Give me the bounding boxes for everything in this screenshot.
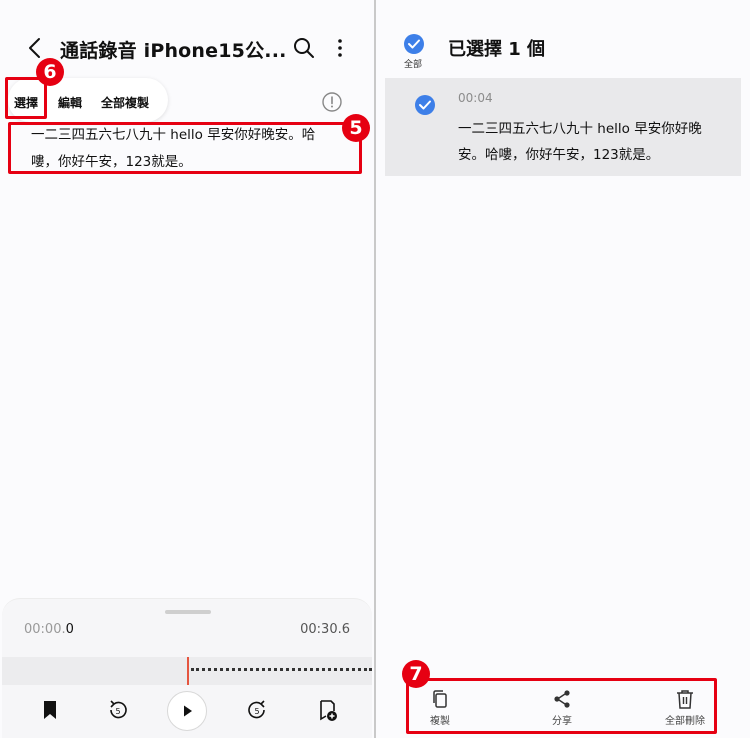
transcript-entry[interactable]: 00:04 一二三四五六七八九十 hello 早安你好晚安。哈嘍，你好午安，12… [385, 78, 741, 176]
delete-all-label: 全部刪除 [665, 716, 705, 727]
add-bookmark-icon[interactable] [314, 697, 340, 723]
edit-button[interactable]: 編輯 [58, 94, 82, 111]
current-time-main: 00:00. [24, 622, 66, 637]
copy-icon [433, 690, 447, 708]
transcript-text[interactable]: 一二三四五六七八九十 hello 早安你好晚安。哈嘍，你好午安，123就是。 [31, 122, 331, 176]
copy-button[interactable]: 複製 [405, 688, 475, 727]
forward-seconds: 5 [254, 707, 259, 716]
share-label: 分享 [552, 716, 572, 727]
select-all-label: 全部 [404, 60, 423, 70]
recording-panel: 通話錄音 iPhone15公... 選擇 編輯 全部複製 一二三四五六七八九十 … [0, 0, 374, 738]
rewind-seconds: 5 [115, 707, 120, 716]
audio-player: 00:00.0 00:30.6 5 5 [2, 598, 372, 738]
annotation-badge-5: 5 [342, 114, 370, 142]
selection-title: 已選擇 1 個 [448, 39, 546, 60]
back-arrow-icon[interactable] [22, 34, 48, 62]
copy-all-button[interactable]: 全部複製 [101, 94, 149, 111]
drag-handle[interactable] [165, 610, 211, 614]
copy-label: 複製 [430, 716, 450, 727]
select-all-checkbox-icon[interactable] [403, 33, 425, 55]
delete-all-button[interactable]: 全部刪除 [650, 688, 720, 727]
bookmark-icon[interactable] [37, 697, 63, 723]
entry-timestamp: 00:04 [458, 91, 493, 105]
search-icon[interactable] [290, 34, 318, 62]
waveform-scrubber[interactable] [2, 657, 372, 685]
more-options-icon[interactable] [330, 34, 350, 62]
trash-icon [677, 690, 693, 709]
entry-checkbox-icon[interactable] [414, 94, 436, 116]
select-button[interactable]: 選擇 [14, 94, 38, 111]
waveform-dots [191, 668, 372, 671]
annotation-badge-7: 7 [402, 660, 430, 688]
share-icon [554, 690, 570, 708]
selection-panel: 全部 已選擇 1 個 00:04 一二三四五六七八九十 hello 早安你好晚安… [376, 0, 750, 738]
info-icon[interactable] [321, 91, 343, 113]
page-title: 通話錄音 iPhone15公... [60, 40, 287, 62]
rewind-5s-icon[interactable]: 5 [105, 697, 131, 723]
total-duration: 00:30.6 [300, 622, 350, 637]
share-button[interactable]: 分享 [527, 688, 597, 727]
forward-5s-icon[interactable]: 5 [244, 697, 270, 723]
current-time: 00:00.0 [24, 622, 74, 637]
annotation-badge-6: 6 [36, 58, 64, 86]
current-time-fraction: 0 [65, 622, 74, 637]
entry-text: 一二三四五六七八九十 hello 早安你好晚安。哈嘍，你好午安，123就是。 [458, 121, 702, 163]
play-icon [184, 705, 192, 717]
play-button[interactable] [167, 691, 207, 731]
playhead[interactable] [187, 657, 189, 685]
